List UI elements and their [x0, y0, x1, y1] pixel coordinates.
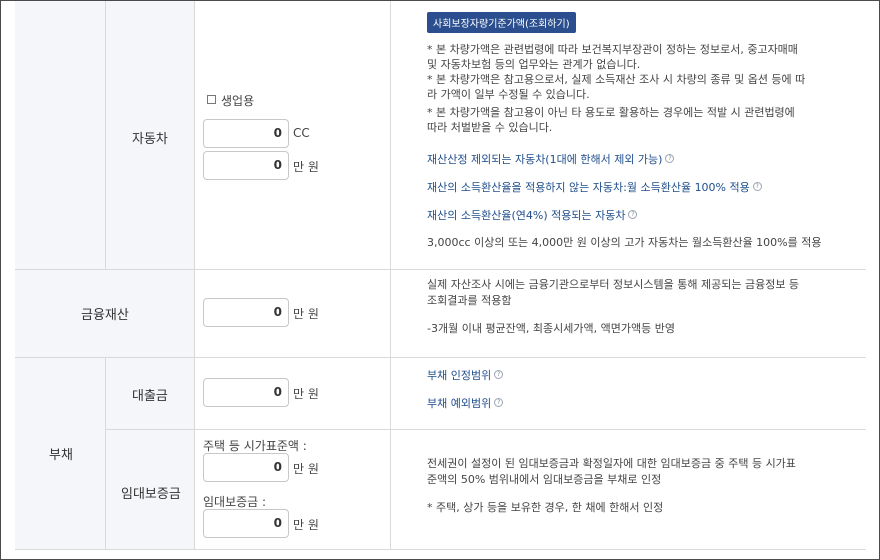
deposit-label: 임대보증금 :	[203, 495, 267, 509]
car-header: 자동차	[132, 132, 168, 147]
row-divider	[15, 549, 866, 550]
car-rate-link-label: 재산의 소득환산율(연4%) 적용되는 자동차	[427, 209, 626, 222]
car-exempt-link-label: 재산산정 제외되는 자동차(1대에 한해서 제외 가능)	[427, 153, 663, 166]
car-note-line: * 본 차량가액을 참고용이 아닌 타 용도로 활용하는 경우에는 적발 시 관…	[427, 106, 795, 119]
header-bg-left	[15, 1, 105, 269]
col-divider	[105, 357, 106, 549]
housing-value-unit: 만 원	[293, 462, 319, 476]
business-use-label: 생업용	[221, 94, 255, 108]
help-icon: ?	[752, 182, 762, 191]
loan-input[interactable]: 0	[203, 378, 289, 407]
housing-value-label: 주택 등 시가표준액 :	[203, 439, 307, 453]
row-divider	[105, 429, 866, 430]
debt-recognized-link-label: 부채 인정범위	[427, 369, 492, 382]
debt-exception-link-label: 부채 예외범위	[427, 397, 492, 410]
deposit-unit: 만 원	[293, 518, 319, 532]
deposit-note-secondary: * 주택, 상가 등을 보유한 경우, 한 채에 한해서 인정	[427, 501, 664, 514]
car-note-line: 및 자동차보험 등의 업무와는 관계가 없습니다.	[427, 58, 641, 71]
car-note-line: 따라 처벌받을 수 있습니다.	[427, 121, 553, 134]
car-no-rate-link-label: 재산의 소득환산율을 적용하지 않는 자동차:월 소득환산율 100% 적용	[427, 181, 750, 194]
finance-note-line: 실제 자산조사 시에는 금융기관으로부터 정보시스템을 통해 제공되는 금융정보…	[427, 278, 800, 291]
help-icon: ?	[665, 154, 675, 163]
debt-recognized-link[interactable]: 부채 인정범위?	[427, 367, 504, 383]
car-note-line: 라 가액이 일부 수정될 수 있습니다.	[427, 88, 590, 101]
help-icon: ?	[494, 398, 504, 407]
car-no-rate-link[interactable]: 재산의 소득환산율을 적용하지 않는 자동차:월 소득환산율 100% 적용?	[427, 179, 762, 195]
help-icon: ?	[494, 370, 504, 379]
help-icon: ?	[628, 210, 638, 219]
finance-note-secondary: -3개월 이내 평균잔액, 최종시세가액, 액면가액등 반영	[427, 322, 675, 335]
car-price-input[interactable]: 0	[203, 151, 289, 180]
col-divider	[390, 1, 391, 549]
deposit-note-line: 준액의 50% 범위내에서 임대보증금을 부채로 인정	[427, 473, 662, 486]
finance-header: 금융재산	[81, 308, 129, 323]
car-note-line: * 본 차량가액은 참고용으로서, 실제 소득재산 조사 시 차량의 종류 및 …	[427, 73, 806, 86]
finance-input[interactable]: 0	[203, 298, 289, 327]
car-rate-link[interactable]: 재산의 소득환산율(연4%) 적용되는 자동차?	[427, 207, 638, 223]
row-divider	[15, 357, 866, 358]
finance-note-line: 조회결과를 적용함	[427, 294, 512, 307]
finance-unit: 만 원	[293, 307, 319, 321]
car-note-line: * 본 차량가액은 관련법령에 따라 보건복지부장관이 정하는 정보로서, 중고…	[427, 43, 798, 56]
row-divider	[15, 269, 866, 270]
deposit-note-line: 전세권이 설정이 된 임대보증금과 확정일자에 대한 임대보증금 중 주택 등 …	[427, 457, 796, 470]
vehicle-price-lookup-button[interactable]: 사회보장자량기준가액(조회하기)	[427, 12, 576, 33]
loan-header: 대출금	[132, 389, 168, 404]
car-exempt-link[interactable]: 재산산정 제외되는 자동차(1대에 한해서 제외 가능)?	[427, 151, 675, 167]
deposit-input[interactable]: 0	[203, 509, 289, 538]
col-divider	[194, 1, 195, 549]
deposit-header: 임대보증금	[121, 487, 181, 502]
loan-unit: 만 원	[293, 387, 319, 401]
car-cc-unit: CC	[293, 126, 310, 140]
debt-header: 부채	[49, 448, 73, 463]
car-cc-input[interactable]: 0	[203, 119, 289, 148]
debt-exception-link[interactable]: 부채 예외범위?	[427, 395, 504, 411]
car-footnote: 3,000cc 이상의 또는 4,000만 원 이상의 고가 자동차는 월소득환…	[427, 236, 822, 249]
form-frame: 자동차 생업용 0 CC 0 만 원 사회보장자량기준가액(조회하기) * 본 …	[0, 0, 880, 560]
col-divider	[105, 1, 106, 269]
housing-value-input[interactable]: 0	[203, 453, 289, 482]
business-use-checkbox[interactable]	[207, 95, 216, 104]
car-price-unit: 만 원	[293, 160, 319, 174]
